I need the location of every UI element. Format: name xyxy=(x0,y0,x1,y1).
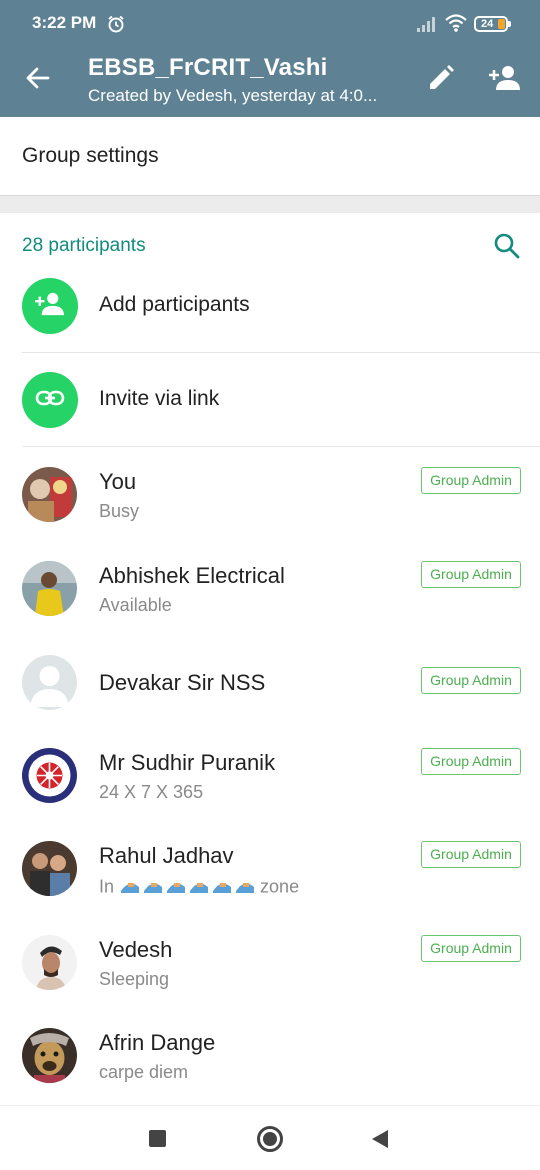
group-admin-badge: Group Admin xyxy=(421,841,521,868)
participant-status: Available xyxy=(99,595,172,615)
battery-level: 24 xyxy=(481,18,494,30)
avatar xyxy=(22,467,77,522)
participant-row[interactable]: Rahul Jadhav In zone Group Admin xyxy=(0,821,540,915)
default-avatar-icon xyxy=(22,655,77,710)
app-bar: EBSB_FrCRIT_Vashi Created by Vedesh, yes… xyxy=(0,40,540,117)
participant-name: Mr Sudhir Puranik xyxy=(99,750,276,775)
participant-status: Sleeping xyxy=(99,969,170,989)
participant-name: Afrin Dange xyxy=(99,1030,216,1055)
back-triangle-icon[interactable] xyxy=(372,1130,388,1148)
battery-icon: 24 xyxy=(474,16,511,32)
participant-status: Busy xyxy=(99,501,140,521)
wifi-icon xyxy=(444,13,468,38)
status-prefix: In xyxy=(99,876,115,897)
group-admin-badge: Group Admin xyxy=(421,935,521,962)
add-participants-circle xyxy=(22,278,78,334)
group-subtitle: Created by Vedesh, yesterday at 4:0... xyxy=(88,86,378,105)
alarm-icon xyxy=(106,14,126,39)
avatar xyxy=(22,1028,77,1083)
participant-name: Rahul Jadhav xyxy=(99,843,234,868)
back-arrow-icon[interactable] xyxy=(24,64,52,97)
add-person-icon[interactable] xyxy=(488,64,522,97)
group-admin-badge: Group Admin xyxy=(421,748,521,775)
group-admin-badge: Group Admin xyxy=(421,667,521,694)
participant-row[interactable]: Devakar Sir NSS Group Admin xyxy=(0,635,540,729)
invite-via-link-label: Invite via link xyxy=(99,387,220,410)
invite-via-link-row[interactable]: Invite via link xyxy=(0,353,540,447)
participant-name: Vedesh xyxy=(99,937,173,962)
link-icon xyxy=(35,390,65,411)
participant-name: Abhishek Electrical xyxy=(99,563,285,588)
participant-status: In zone xyxy=(99,875,299,900)
participant-row[interactable]: Abhishek Electrical Available Group Admi… xyxy=(0,541,540,635)
avatar xyxy=(22,748,77,803)
add-participants-label: Add participants xyxy=(99,293,250,316)
group-admin-badge: Group Admin xyxy=(421,561,521,588)
group-settings-row[interactable]: Group settings xyxy=(0,117,540,195)
wave-emoji-icon xyxy=(119,875,255,900)
participant-row[interactable]: Mr Sudhir Puranik 24 X 7 X 365 Group Adm… xyxy=(0,728,540,822)
status-suffix: zone xyxy=(260,876,300,897)
participant-status: 24 X 7 X 365 xyxy=(99,782,204,802)
participant-name: You xyxy=(99,469,137,494)
system-nav-bar xyxy=(0,1105,540,1170)
participants-count: 28 participants xyxy=(22,235,146,256)
invite-link-circle xyxy=(22,372,78,428)
avatar xyxy=(22,935,77,990)
participant-row[interactable]: Afrin Dange carpe diem xyxy=(0,1008,540,1102)
group-title[interactable]: EBSB_FrCRIT_Vashi xyxy=(88,54,327,82)
participant-name: Devakar Sir NSS xyxy=(99,670,266,695)
avatar xyxy=(22,841,77,896)
edit-pencil-icon[interactable] xyxy=(427,64,455,97)
avatar xyxy=(22,561,77,616)
participant-status: carpe diem xyxy=(99,1062,189,1082)
signal-icon xyxy=(416,15,438,38)
participant-row[interactable]: You Busy Group Admin xyxy=(0,447,540,541)
add-person-icon xyxy=(34,291,66,322)
recents-square-icon[interactable] xyxy=(149,1130,166,1147)
group-admin-badge: Group Admin xyxy=(421,467,521,494)
participant-row[interactable]: Vedesh Sleeping Group Admin xyxy=(0,915,540,1009)
section-divider xyxy=(0,195,540,213)
group-settings-label: Group settings xyxy=(22,144,159,167)
status-time: 3:22 PM xyxy=(32,13,97,32)
add-participants-row[interactable]: Add participants xyxy=(0,259,540,353)
home-circle-icon[interactable] xyxy=(257,1126,283,1152)
